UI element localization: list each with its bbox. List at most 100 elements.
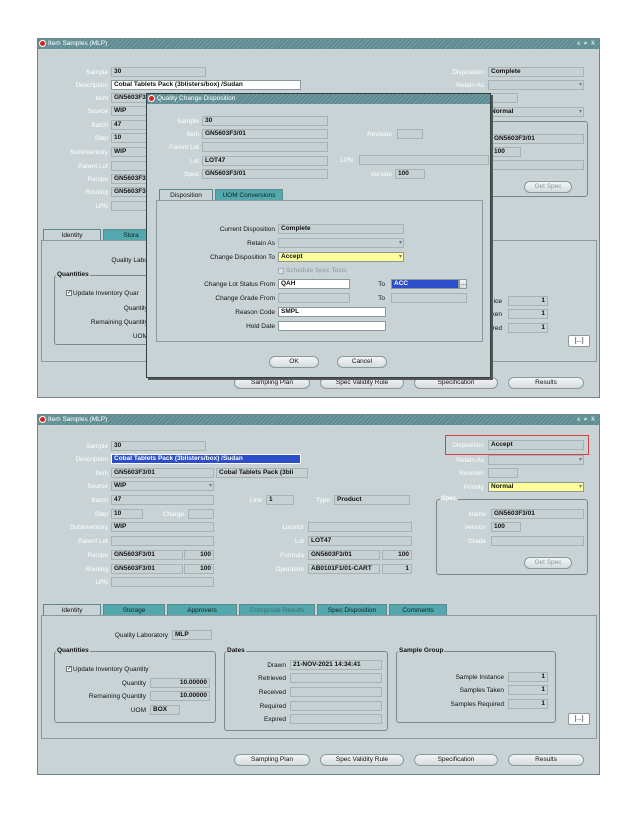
recipe-field[interactable]: GN5603F3/01: [111, 550, 183, 560]
retain-as-field[interactable]: [488, 80, 584, 90]
formula-version-field[interactable]: 100: [382, 550, 412, 560]
parent-lot-field[interactable]: [111, 161, 149, 171]
sample-field[interactable]: 30: [111, 441, 206, 451]
remaining-quantity-field[interactable]: 10.00000: [150, 691, 210, 701]
dlg-lpn-field[interactable]: [359, 155, 489, 165]
routing-version-field[interactable]: 100: [184, 564, 214, 574]
drawn-field[interactable]: 21-NOV-2021 14:34:41: [290, 660, 382, 670]
disposition-field[interactable]: Complete: [488, 67, 584, 77]
dlg-tab-uom-conversions[interactable]: UOM Conversions: [215, 189, 283, 200]
sampling-plan-button[interactable]: Sampling Plan: [234, 377, 310, 389]
retrieved-field[interactable]: [290, 673, 382, 683]
samples-required-field[interactable]: 1: [508, 699, 548, 709]
current-disposition-field[interactable]: Complete: [278, 224, 404, 234]
description-field[interactable]: Cobal Tablets Pack (3blisters/box) /Suda…: [111, 454, 301, 464]
specification-button[interactable]: Specification: [414, 754, 498, 766]
sampling-plan-button[interactable]: Sampling Plan: [234, 754, 310, 766]
priority-field[interactable]: Normal: [488, 107, 584, 117]
change-disposition-to-field[interactable]: Accept: [278, 252, 404, 262]
lot-status-from-field[interactable]: QAH: [278, 279, 350, 289]
tab-approvers[interactable]: Approvers: [167, 604, 237, 615]
lpn-field[interactable]: [111, 201, 149, 211]
schedule-spec-tests-checkbox[interactable]: [278, 268, 284, 274]
revision-field[interactable]: [488, 93, 518, 103]
step-field[interactable]: 10: [111, 509, 143, 519]
dlg-tab-disposition[interactable]: Disposition: [159, 189, 213, 200]
subinventory-field[interactable]: WIP: [111, 522, 214, 532]
sample-instance-field[interactable]: 1: [508, 672, 548, 682]
specification-button[interactable]: Specification: [414, 377, 498, 389]
spec-version-field[interactable]: 100: [491, 147, 521, 157]
priority-field[interactable]: Normal: [488, 482, 584, 492]
sample-field[interactable]: 30: [111, 67, 206, 77]
revision-field[interactable]: [488, 468, 518, 478]
grade-field[interactable]: [491, 160, 584, 170]
quantity-field[interactable]: 10.00000: [150, 678, 210, 688]
item-field[interactable]: GN5603F3/01: [111, 468, 214, 478]
grade-to-field[interactable]: [391, 293, 467, 303]
window-controls-icon[interactable]: ≤ ≠ X: [577, 39, 596, 49]
required-field[interactable]: [290, 701, 382, 711]
update-inventory-checkbox[interactable]: ✓: [66, 290, 72, 296]
spec-validity-rule-button[interactable]: Spec Validity Rule: [320, 754, 404, 766]
spec-name-field[interactable]: GN5603F3/01: [491, 134, 584, 144]
dlg-spec-field[interactable]: GN5603F3/01: [202, 169, 328, 179]
type-field[interactable]: Product: [334, 495, 410, 505]
spec-version-field[interactable]: 100: [491, 522, 521, 532]
samples-required-field[interactable]: 1: [508, 323, 548, 333]
disposition-field[interactable]: Accept: [488, 440, 584, 450]
dlg-retain-as-field[interactable]: [278, 238, 404, 248]
lot-status-lov-button[interactable]: …: [459, 279, 467, 289]
more-button[interactable]: [...]: [568, 713, 590, 725]
cancel-button[interactable]: Cancel: [337, 356, 387, 368]
update-inventory-checkbox[interactable]: ✓: [66, 666, 72, 672]
source-field[interactable]: WIP: [111, 481, 214, 491]
samples-taken-field[interactable]: 1: [508, 685, 548, 695]
window-controls-icon[interactable]: ≤ ≠ X: [577, 415, 596, 425]
get-spec-button[interactable]: Get Spec: [524, 181, 572, 193]
spec-name-field[interactable]: GN5603F3/01: [491, 509, 584, 519]
description-field[interactable]: Cobal Tablets Pack (3blisters/box) /Suda…: [111, 80, 301, 90]
item-description-field[interactable]: Cobal Tablets Pack (3bli: [216, 468, 308, 478]
samples-taken-field[interactable]: 1: [508, 309, 548, 319]
get-spec-button[interactable]: Get Spec: [524, 557, 572, 569]
tab-composite-results[interactable]: Composite Results: [239, 604, 315, 615]
dlg-version-field[interactable]: 100: [395, 169, 425, 179]
lot-field[interactable]: LOT47: [308, 536, 412, 546]
dlg-revision-field[interactable]: [397, 129, 423, 139]
operation-field[interactable]: AB0101F1/01-CART: [308, 564, 380, 574]
grade-from-field[interactable]: [278, 293, 350, 303]
tab-comments[interactable]: Comments: [389, 604, 447, 615]
recipe-version-field[interactable]: 100: [184, 550, 214, 560]
dlg-item-field[interactable]: GN5603F3/01: [202, 129, 328, 139]
more-button[interactable]: [...]: [568, 335, 590, 347]
batch-field[interactable]: 47: [111, 120, 149, 130]
step-field[interactable]: 10: [111, 133, 149, 143]
recipe-field[interactable]: GN5603F3: [111, 174, 149, 184]
quality-lab-field[interactable]: MLP: [172, 630, 212, 640]
line-field[interactable]: 1: [266, 495, 294, 505]
received-field[interactable]: [290, 687, 382, 697]
routing-field[interactable]: GN5603F3/01: [111, 564, 183, 574]
dlg-sample-field[interactable]: 30: [202, 116, 328, 126]
hold-date-field[interactable]: [278, 321, 386, 331]
lpn-field[interactable]: [111, 577, 214, 587]
tab-spec-disposition[interactable]: Spec Disposition: [317, 604, 387, 615]
locator-field[interactable]: [308, 522, 412, 532]
dlg-parent-lot-field[interactable]: [202, 142, 328, 152]
results-button[interactable]: Results: [508, 754, 584, 766]
uom-field[interactable]: BOX: [150, 705, 180, 715]
routing-field[interactable]: GN5603F3: [111, 187, 149, 197]
expired-field[interactable]: [290, 714, 382, 724]
lot-status-to-field[interactable]: ACC: [391, 279, 459, 289]
source-field[interactable]: WIP: [111, 106, 149, 116]
charge-field[interactable]: [188, 509, 214, 519]
reason-code-field[interactable]: SMPL: [278, 307, 386, 317]
tab-identity[interactable]: Identity: [43, 229, 101, 240]
parent-lot-field[interactable]: [111, 536, 214, 546]
item-field[interactable]: GN5603F3: [111, 93, 149, 103]
spec-validity-rule-button[interactable]: Spec Validity Rule: [320, 377, 404, 389]
grade-field[interactable]: [491, 536, 584, 546]
results-button[interactable]: Results: [508, 377, 584, 389]
dlg-lot-field[interactable]: LOT47: [202, 156, 328, 166]
